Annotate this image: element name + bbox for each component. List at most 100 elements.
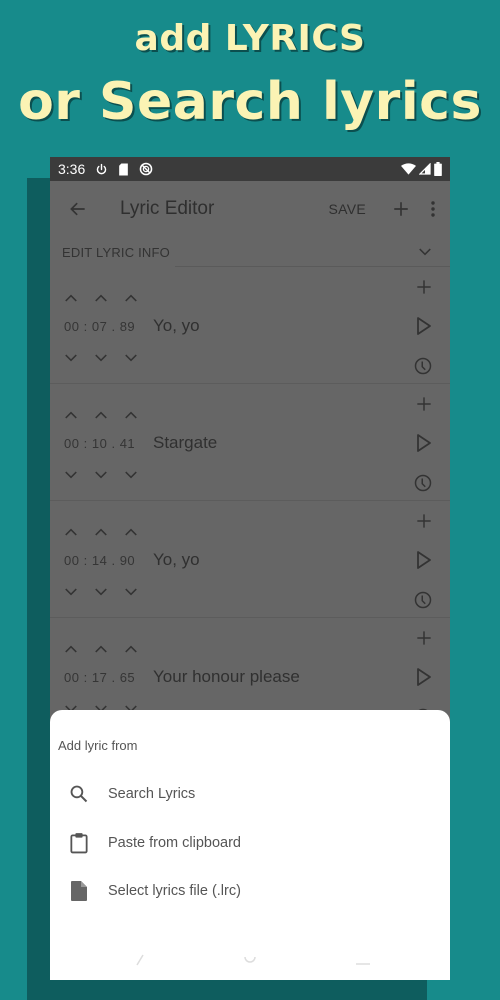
paste-from-clipboard-option[interactable]: Paste from clipboard [50, 820, 450, 866]
lyric-row: 00 : 14 . 90 Yo, yo [50, 501, 450, 618]
increment-minute-button[interactable] [64, 293, 78, 307]
increment-centisecond-button[interactable] [124, 644, 138, 658]
increment-second-button[interactable] [94, 410, 108, 424]
decrement-controls [64, 587, 138, 601]
battery-icon [434, 162, 442, 176]
decrement-centisecond-button[interactable] [124, 353, 138, 367]
increment-minute-button[interactable] [64, 410, 78, 424]
app-bar: Lyric Editor SAVE [50, 181, 450, 237]
time-dot: . [111, 436, 116, 451]
decrement-second-button[interactable] [94, 470, 108, 484]
play-icon[interactable] [416, 550, 432, 570]
nav-back-hint [136, 954, 144, 966]
status-bar: 3:36 [50, 157, 450, 181]
plus-icon[interactable] [416, 396, 432, 412]
data-saver-icon [139, 162, 153, 176]
increment-minute-button[interactable] [64, 644, 78, 658]
power-icon [95, 163, 108, 176]
sd-card-icon [118, 163, 129, 176]
edit-lyric-info-toggle[interactable]: EDIT LYRIC INFO [50, 237, 450, 267]
decrement-controls [64, 470, 138, 484]
lyric-text[interactable]: Your honour please [153, 667, 300, 687]
increment-controls [64, 644, 138, 658]
plus-icon[interactable] [416, 630, 432, 646]
increment-second-button[interactable] [94, 527, 108, 541]
search-icon [50, 784, 108, 804]
play-icon[interactable] [416, 667, 432, 687]
lyric-text[interactable]: Stargate [153, 433, 217, 453]
clock-icon[interactable] [414, 357, 432, 375]
play-icon[interactable] [416, 433, 432, 453]
increment-second-button[interactable] [94, 293, 108, 307]
timestamp: 00 : 14 . 90 [64, 553, 135, 568]
time-seconds: 14 [91, 553, 108, 568]
status-time: 3:36 [58, 161, 86, 177]
edit-lyric-info-label: EDIT LYRIC INFO [62, 244, 170, 260]
lyric-text[interactable]: Yo, yo [153, 316, 200, 336]
time-seconds: 17 [91, 670, 108, 685]
decrement-centisecond-button[interactable] [124, 470, 138, 484]
time-minutes: 00 [64, 553, 80, 568]
page-title: Lyric Editor [120, 198, 215, 219]
option-label: Search Lyrics [108, 786, 196, 802]
decrement-centisecond-button[interactable] [124, 587, 138, 601]
clock-icon[interactable] [414, 591, 432, 609]
nav-recents-hint [356, 963, 370, 965]
sheet-title: Add lyric from [58, 738, 138, 753]
file-icon [50, 881, 108, 901]
time-centiseconds: 65 [119, 670, 136, 685]
nav-home-hint [244, 956, 256, 963]
promo-headline-2: or Search lyrics [18, 72, 482, 132]
time-colon: : [83, 436, 88, 451]
increment-centisecond-button[interactable] [124, 293, 138, 307]
lyric-list: 00 : 07 . 89 Yo, yo 00 : 10 . 41 Stargat… [50, 267, 450, 735]
time-seconds: 07 [91, 319, 108, 334]
timestamp: 00 : 10 . 41 [64, 436, 135, 451]
time-centiseconds: 89 [119, 319, 136, 334]
lyric-row: 00 : 07 . 89 Yo, yo [50, 267, 450, 384]
promo-headline-1: add LYRICS [134, 18, 366, 59]
add-lyric-bottom-sheet: Add lyric from Search Lyrics Paste from … [50, 710, 450, 980]
play-icon[interactable] [416, 316, 432, 336]
plus-icon[interactable] [392, 200, 410, 218]
save-button[interactable]: SAVE [328, 201, 366, 217]
select-lyrics-file-option[interactable]: Select lyrics file (.lrc) [50, 868, 450, 914]
search-lyrics-option[interactable]: Search Lyrics [50, 771, 450, 817]
plus-icon[interactable] [416, 279, 432, 295]
time-colon: : [83, 670, 88, 685]
clipboard-icon [50, 832, 108, 854]
time-colon: : [83, 553, 88, 568]
decrement-minute-button[interactable] [64, 587, 78, 601]
lyric-text[interactable]: Yo, yo [153, 550, 200, 570]
option-label: Select lyrics file (.lrc) [108, 883, 241, 899]
wifi-icon [401, 163, 416, 175]
plus-icon[interactable] [416, 513, 432, 529]
time-dot: . [111, 670, 116, 685]
decrement-controls [64, 353, 138, 367]
time-seconds: 10 [91, 436, 108, 451]
increment-controls [64, 410, 138, 424]
more-vertical-icon[interactable] [430, 200, 436, 218]
time-centiseconds: 41 [119, 436, 136, 451]
increment-minute-button[interactable] [64, 527, 78, 541]
timestamp: 00 : 07 . 89 [64, 319, 135, 334]
decrement-minute-button[interactable] [64, 353, 78, 367]
increment-controls [64, 293, 138, 307]
increment-centisecond-button[interactable] [124, 527, 138, 541]
arrow-left-icon[interactable] [50, 199, 106, 219]
option-label: Paste from clipboard [108, 835, 241, 851]
increment-second-button[interactable] [94, 644, 108, 658]
clock-icon[interactable] [414, 474, 432, 492]
time-minutes: 00 [64, 670, 80, 685]
time-dot: . [111, 553, 116, 568]
chevron-down-icon[interactable] [418, 247, 432, 257]
timestamp: 00 : 17 . 65 [64, 670, 135, 685]
decrement-second-button[interactable] [94, 353, 108, 367]
time-centiseconds: 90 [119, 553, 136, 568]
decrement-minute-button[interactable] [64, 470, 78, 484]
increment-controls [64, 527, 138, 541]
increment-centisecond-button[interactable] [124, 410, 138, 424]
cell-signal-icon [419, 163, 431, 175]
decrement-second-button[interactable] [94, 587, 108, 601]
time-colon: : [83, 319, 88, 334]
